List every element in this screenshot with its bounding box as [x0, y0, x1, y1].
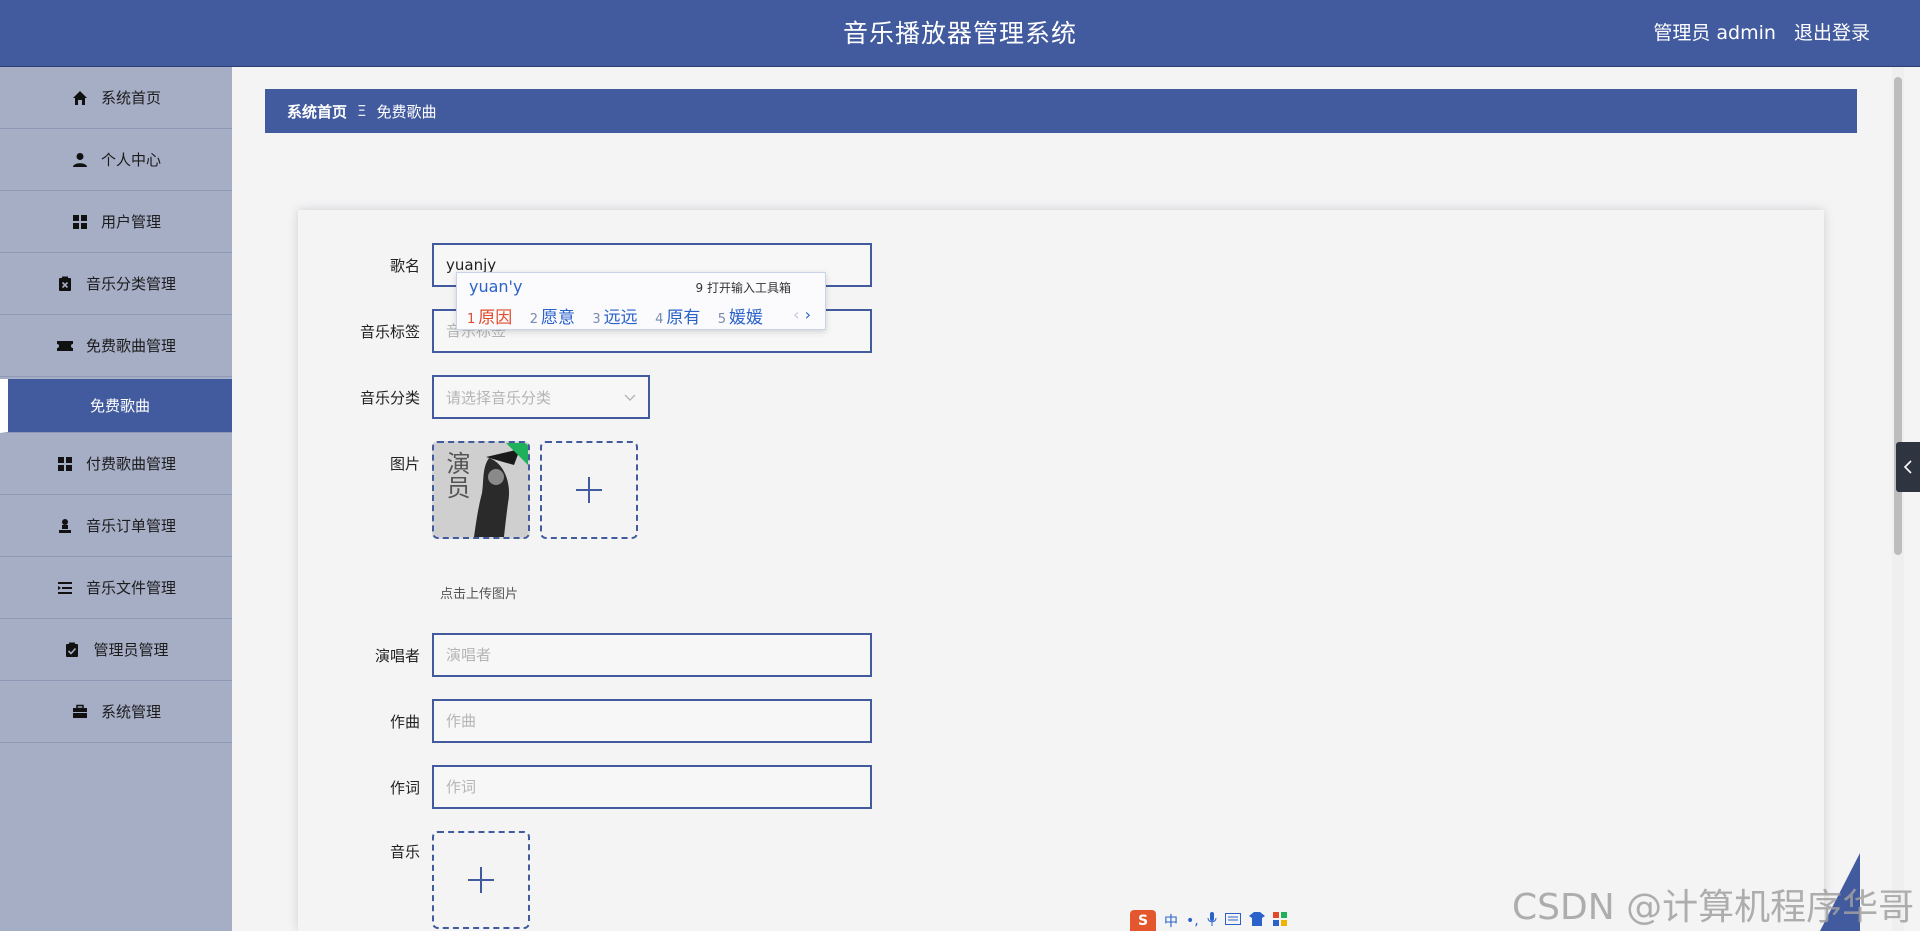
- sidebar-item-profile[interactable]: 个人中心: [0, 129, 232, 191]
- briefcase-icon: [71, 703, 89, 721]
- ime-candidate-popup: yuan'y 9 打开输入工具箱 1 原因 2 愿意 3 远远 4 原有 5 媛媛 ‹ ›: [456, 272, 826, 330]
- ime-toolbox-hint[interactable]: 9 打开输入工具箱: [696, 279, 791, 296]
- clipboard-check-icon: [63, 641, 81, 659]
- form-row-lyricist: 作词: [298, 765, 872, 809]
- person-stamp-icon: [56, 517, 74, 535]
- keyboard-icon[interactable]: [1224, 912, 1241, 929]
- music-upload-button[interactable]: [432, 831, 530, 929]
- ime-page-nav[interactable]: ‹ ›: [793, 305, 811, 324]
- image-label: 图片: [389, 455, 420, 473]
- ime-candidate[interactable]: 1 原因: [467, 308, 512, 328]
- sidebar-item-label: 付费歌曲管理: [85, 455, 176, 473]
- sidebar-item-label: 免费歌曲管理: [85, 337, 176, 355]
- song-name-label: 歌名: [389, 256, 420, 275]
- chevron-right-icon[interactable]: ›: [805, 305, 811, 324]
- breadcrumb-separator: Ξ: [357, 102, 367, 120]
- lyricist-input[interactable]: [432, 765, 872, 809]
- sidebar-item-admins[interactable]: 管理员管理: [0, 619, 232, 681]
- sidebar-item-label: 音乐文件管理: [85, 579, 176, 597]
- ime-candidate[interactable]: 3 远远: [592, 308, 637, 328]
- album-cover-text: 演员: [442, 451, 470, 499]
- ime-pinyin: yuan'y: [469, 277, 523, 296]
- image-upload-button[interactable]: [540, 441, 638, 539]
- csdn-watermark: CSDN @计算机程序华哥: [1512, 887, 1915, 928]
- sidebar-item-label: 音乐分类管理: [85, 275, 176, 293]
- app-title: 音乐播放器管理系统: [842, 19, 1077, 48]
- user-icon: [71, 151, 89, 169]
- image-upload-hint: 点击上传图片: [440, 587, 519, 602]
- plus-icon: [468, 867, 494, 893]
- form-row-music: 音乐: [298, 831, 530, 929]
- sidebar: 系统首页 个人中心 用户管理 音乐分类管理 免费歌曲管理 免费歌曲 付费歌曲管理: [0, 67, 232, 931]
- sidebar-item-free-songs-mgmt[interactable]: 免费歌曲管理: [0, 315, 232, 377]
- breadcrumb-current: 免费歌曲: [376, 102, 437, 121]
- category-placeholder: 请选择音乐分类: [446, 388, 552, 407]
- chevron-left-icon: [1903, 460, 1912, 474]
- singer-label: 演唱者: [374, 646, 420, 665]
- plus-icon: [576, 477, 602, 503]
- skin-shirt-icon[interactable]: [1248, 911, 1265, 930]
- chevron-left-icon[interactable]: ‹: [793, 305, 799, 324]
- sidebar-item-label: 用户管理: [100, 213, 161, 231]
- form-row-image: 图片 演员: [298, 441, 638, 539]
- sidebar-item-label: 管理员管理: [93, 641, 169, 659]
- singer-input[interactable]: [432, 633, 872, 677]
- ime-candidate[interactable]: 4 原有: [655, 308, 700, 328]
- sidebar-item-music-files[interactable]: 音乐文件管理: [0, 557, 232, 619]
- sidebar-item-paid-songs-mgmt[interactable]: 付费歌曲管理: [0, 433, 232, 495]
- sidebar-item-label: 音乐订单管理: [85, 517, 176, 535]
- composer-input[interactable]: [432, 699, 872, 743]
- category-label: 音乐分类: [359, 388, 420, 407]
- grid-icon: [71, 213, 89, 231]
- ime-candidate[interactable]: 5 媛媛: [718, 308, 763, 328]
- punctuation-icon[interactable]: •,: [1186, 913, 1199, 929]
- form-row-composer: 作曲: [298, 699, 872, 743]
- top-header: 音乐播放器管理系统 管理员 admin 退出登录: [0, 0, 1920, 67]
- sidebar-item-home[interactable]: 系统首页: [0, 67, 232, 129]
- sidebar-item-label: 免费歌曲: [89, 397, 150, 415]
- logout-button[interactable]: 退出登录: [1794, 22, 1870, 44]
- form-row-singer: 演唱者: [298, 633, 872, 677]
- header-user-area: 管理员 admin 退出登录: [1641, 0, 1870, 67]
- music-label: 音乐: [389, 843, 420, 861]
- sidebar-item-system[interactable]: 系统管理: [0, 681, 232, 743]
- lyricist-label: 作词: [389, 778, 420, 797]
- sidebar-item-label: 系统管理: [100, 703, 161, 721]
- ime-status-bar: S 中 •,: [1130, 910, 1310, 931]
- clipboard-x-icon: [56, 275, 74, 293]
- microphone-icon[interactable]: [1207, 911, 1217, 930]
- music-tag-label: 音乐标签: [359, 322, 420, 341]
- admin-label: 管理员 admin: [1653, 22, 1776, 44]
- ime-candidates: 1 原因 2 愿意 3 远远 4 原有 5 媛媛: [467, 303, 775, 328]
- breadcrumb: 系统首页 Ξ 免费歌曲: [265, 89, 1857, 133]
- ime-candidate[interactable]: 2 愿意: [530, 308, 575, 328]
- ticket-icon: [56, 337, 74, 355]
- sogou-logo-icon[interactable]: S: [1130, 910, 1156, 931]
- grid-icon: [56, 455, 74, 473]
- sidebar-subitem-free-songs[interactable]: 免费歌曲: [0, 379, 232, 433]
- list-indent-icon: [56, 579, 74, 597]
- chevron-down-icon: [624, 388, 636, 406]
- uploaded-image-thumbnail[interactable]: 演员: [432, 441, 530, 539]
- ime-language-toggle[interactable]: 中: [1164, 911, 1178, 931]
- sidebar-item-music-category[interactable]: 音乐分类管理: [0, 253, 232, 315]
- sidebar-item-users[interactable]: 用户管理: [0, 191, 232, 253]
- sidebar-item-label: 个人中心: [100, 151, 161, 169]
- side-panel-toggle[interactable]: [1896, 442, 1920, 492]
- breadcrumb-home-link[interactable]: 系统首页: [287, 101, 347, 122]
- sidebar-item-label: 系统首页: [100, 89, 161, 107]
- toolbox-grid-icon[interactable]: [1272, 911, 1287, 930]
- form-row-category: 音乐分类 请选择音乐分类: [298, 375, 650, 419]
- home-icon: [71, 89, 89, 107]
- sidebar-item-music-orders[interactable]: 音乐订单管理: [0, 495, 232, 557]
- category-select[interactable]: 请选择音乐分类: [432, 375, 650, 419]
- page-scrollbar[interactable]: [1892, 67, 1904, 931]
- composer-label: 作曲: [389, 712, 420, 731]
